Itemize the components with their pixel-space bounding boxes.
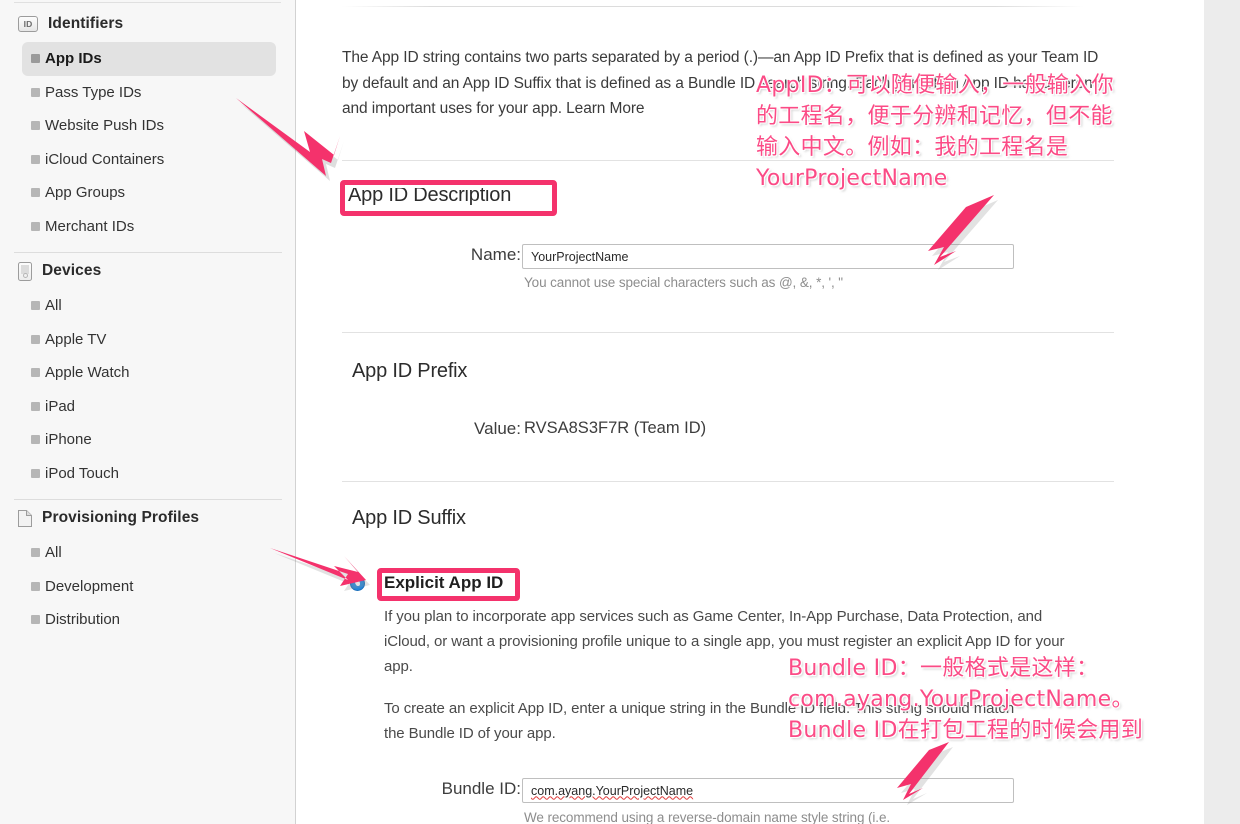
sidebar-item-merchant-ids[interactable]: Merchant IDs xyxy=(22,210,276,244)
sidebar-item-label: iPod Touch xyxy=(45,464,119,482)
bullet-icon xyxy=(31,121,40,131)
sidebar-item-label: App IDs xyxy=(45,50,102,68)
sidebar-item-label: iPad xyxy=(45,397,76,415)
sidebar-item-label: Apple TV xyxy=(45,330,107,348)
sidebar-item-label: Distribution xyxy=(45,611,121,629)
sidebar-item-label: Apple Watch xyxy=(45,364,130,382)
bullet-icon xyxy=(31,334,40,344)
sidebar-header-provisioning-profiles: Provisioning Profiles xyxy=(0,504,295,532)
name-field-label: Name: xyxy=(470,245,521,264)
bullet-icon xyxy=(31,188,40,198)
sidebar-header-devices: Devices xyxy=(0,257,295,285)
annotation-app-id-note: AppID：可以随便输入，一般输入你 的工程名，便于分辨和记忆，但不能 输入中文… xyxy=(756,73,1114,191)
bullet-icon xyxy=(31,368,40,378)
bullet-icon xyxy=(31,154,40,164)
sidebar-item-distribution[interactable]: Distribution xyxy=(22,603,276,637)
bullet-icon xyxy=(31,401,40,411)
bullet-icon xyxy=(31,468,40,478)
id-badge-icon: ID xyxy=(18,16,38,32)
section-title-app-id-description: App ID Description xyxy=(348,184,512,206)
bullet-icon xyxy=(31,435,40,445)
sidebar-item-devices-all[interactable]: All xyxy=(22,289,276,323)
sidebar-item-label: iPhone xyxy=(45,431,92,449)
sidebar-item-label: Merchant IDs xyxy=(45,217,135,235)
bullet-icon xyxy=(31,581,40,591)
prefix-value: RVSA8S3F7R (Team ID) xyxy=(524,419,707,437)
sidebar-header-label: Devices xyxy=(42,262,102,279)
document-icon xyxy=(18,509,32,527)
sidebar-item-apple-watch[interactable]: Apple Watch xyxy=(22,356,276,390)
arrow-to-app-id-description xyxy=(236,62,366,187)
bundle-id-field-hint: We recommend using a reverse-domain name… xyxy=(524,810,891,824)
sidebar-header-label: Provisioning Profiles xyxy=(42,509,200,526)
section-title-app-id-prefix: App ID Prefix xyxy=(352,360,468,382)
bullet-icon xyxy=(31,301,40,311)
arrow-to-bundle-id-field xyxy=(885,742,965,810)
arrow-to-explicit-app-id xyxy=(268,548,378,596)
prefix-value-label: Value: xyxy=(474,419,521,438)
bundle-id-field-label: Bundle ID: xyxy=(441,779,521,798)
sidebar-item-label: Development xyxy=(45,577,134,595)
sidebar-item-development[interactable]: Development xyxy=(22,570,276,604)
name-field-hint: You cannot use special characters such a… xyxy=(524,275,843,290)
sidebar-item-label: Website Push IDs xyxy=(45,117,164,135)
sidebar-item-profiles-all[interactable]: All xyxy=(22,536,276,570)
id-badge-icon-label: ID xyxy=(18,16,38,32)
sidebar-item-ipod-touch[interactable]: iPod Touch xyxy=(22,457,276,491)
sidebar-item-ipad[interactable]: iPad xyxy=(22,390,276,424)
sidebar-item-apple-tv[interactable]: Apple TV xyxy=(22,323,276,357)
bullet-icon xyxy=(31,87,40,97)
app-window: ID Identifiers App IDs Pass Type IDs Web… xyxy=(0,0,1240,824)
sidebar-header-label: Identifiers xyxy=(48,15,124,32)
sidebar-item-label: All xyxy=(45,297,62,315)
bullet-icon xyxy=(31,221,40,231)
sidebar-item-label: Pass Type IDs xyxy=(45,83,142,101)
sidebar-item-label: App Groups xyxy=(45,184,126,202)
arrow-to-name-field xyxy=(900,195,1010,275)
annotation-bundle-id-note: Bundle ID：一般格式是这样： com.ayang.YourProject… xyxy=(788,656,1144,743)
bundle-id-input-value: com.ayang.YourProjectName xyxy=(531,783,694,798)
divider-3 xyxy=(342,481,1114,482)
sidebar-item-label: All xyxy=(45,544,62,562)
sidebar-item-iphone[interactable]: iPhone xyxy=(22,423,276,457)
bullet-icon xyxy=(31,54,40,64)
sidebar-top-divider xyxy=(14,2,281,3)
sidebar-group-devices: Devices All Apple TV Apple Watch iPad iP… xyxy=(0,257,295,509)
explicit-app-id-label[interactable]: Explicit App ID xyxy=(384,573,503,593)
sidebar-header-identifiers: ID Identifiers xyxy=(0,10,295,38)
bullet-icon xyxy=(31,615,40,625)
bullet-icon xyxy=(31,548,40,558)
divider-2 xyxy=(342,332,1114,333)
content-top-divider xyxy=(342,6,1084,7)
section-title-app-id-suffix: App ID Suffix xyxy=(352,507,466,529)
sidebar-divider xyxy=(14,252,282,253)
sidebar-divider xyxy=(14,499,282,500)
device-icon xyxy=(18,261,32,281)
sidebar-item-label: iCloud Containers xyxy=(45,150,165,168)
sidebar-group-provisioning-profiles: Provisioning Profiles All Development Di… xyxy=(0,504,295,637)
